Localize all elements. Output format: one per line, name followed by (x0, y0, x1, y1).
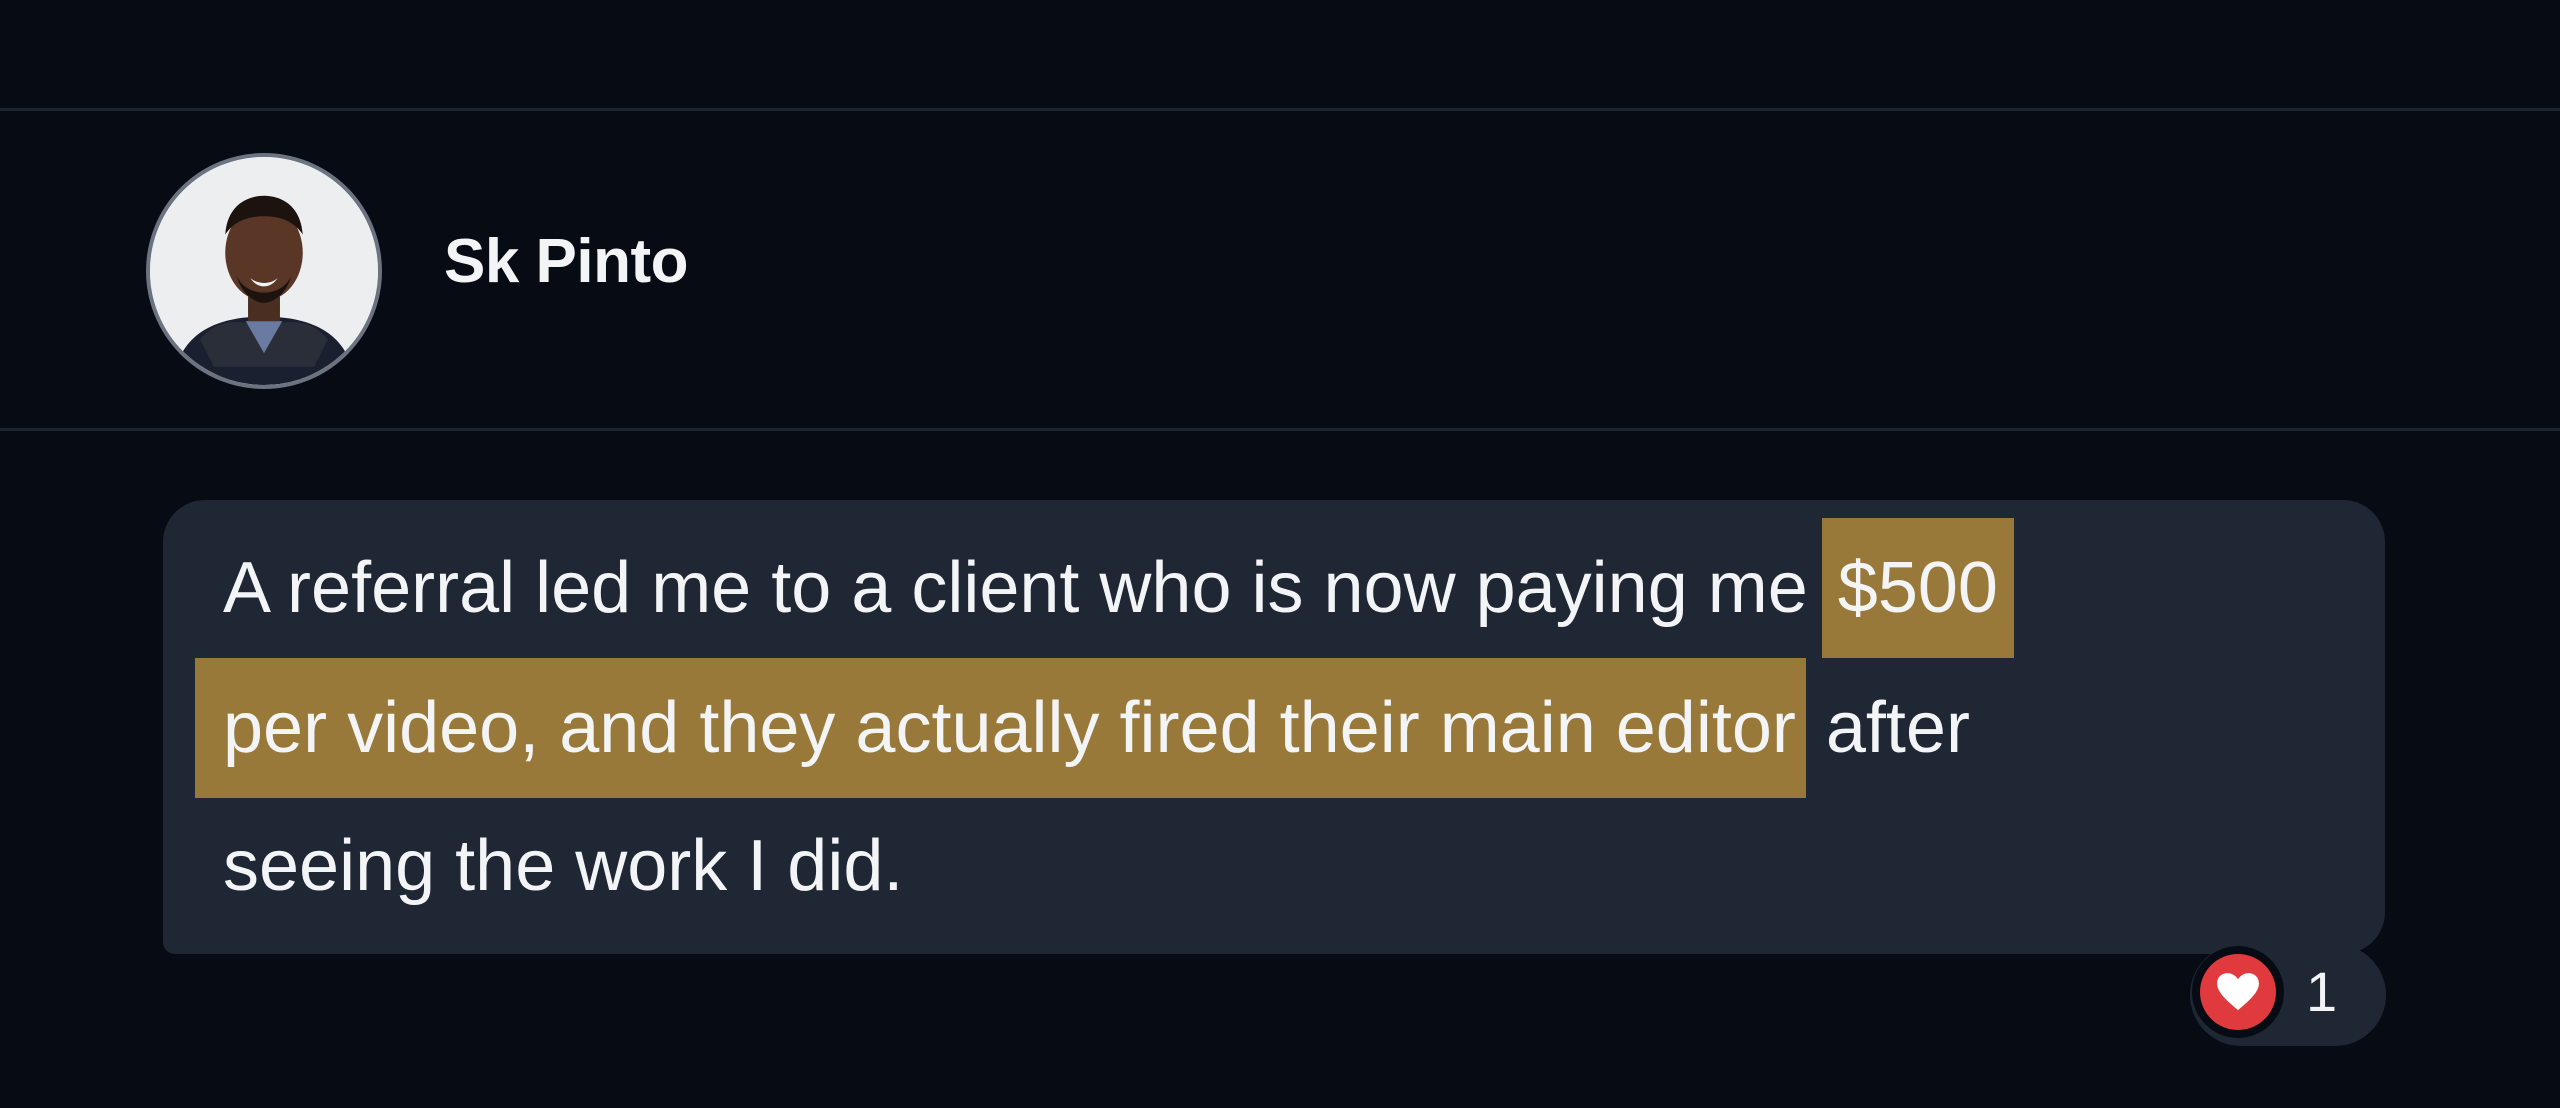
post-header: Sk Pinto (0, 111, 2560, 428)
highlighted-text: $500 (1821, 518, 2014, 658)
heart-icon (2217, 973, 2259, 1011)
message-line-2: per video, and they actually fired their… (195, 658, 1970, 798)
avatar-photo-icon (150, 157, 378, 385)
message-text: after (1805, 688, 1970, 768)
author-name[interactable]: Sk Pinto (444, 231, 689, 293)
message-bubble: A referral led me to a client who is now… (163, 500, 2385, 954)
message-line-3: seeing the work I did. (223, 830, 903, 902)
header-divider (0, 428, 2560, 431)
message-text: seeing the work I did. (223, 826, 904, 906)
heart-reaction (2200, 954, 2276, 1030)
reaction-count: 1 (2306, 960, 2338, 1023)
reaction-badge[interactable] (2192, 946, 2284, 1038)
avatar[interactable] (146, 153, 382, 389)
page: Sk Pinto A referral led me to a client w… (0, 0, 2560, 1108)
message-line-1: A referral led me to a client who is now… (223, 518, 2014, 658)
message-text: A referral led me to a client who is now… (223, 548, 1828, 628)
highlighted-text: per video, and they actually fired their… (195, 658, 1806, 798)
